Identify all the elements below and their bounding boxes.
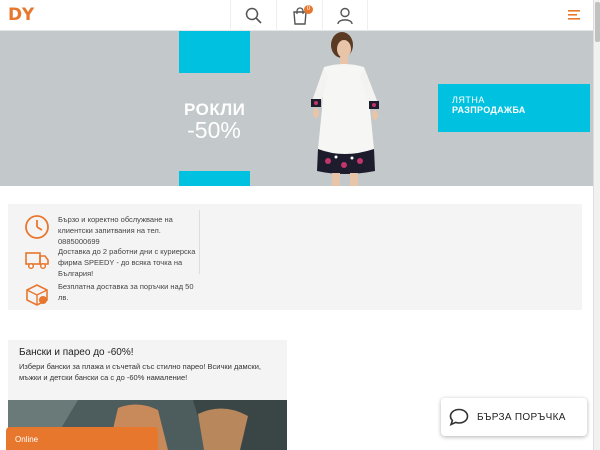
cart-count-badge: 0 xyxy=(304,5,313,14)
info-item-free-shipping: Безплатна доставка за поръчки над 50 лв. xyxy=(24,281,198,307)
cart-button[interactable]: 0 xyxy=(276,0,322,31)
account-button[interactable] xyxy=(322,0,368,31)
sale-line2: РАЗПРОДАЖБА xyxy=(452,105,526,115)
banner-promo-discount: -50% xyxy=(187,117,241,143)
banner-accent-block xyxy=(179,171,250,186)
page-scrollbar[interactable] xyxy=(593,0,600,450)
divider xyxy=(199,210,200,274)
summer-sale-box[interactable]: ЛЯТНА РАЗПРОДАЖБА xyxy=(438,84,590,132)
info-delivery-text: Доставка до 2 работни дни с куриерска фи… xyxy=(58,247,196,278)
chat-bubble-icon xyxy=(449,408,469,426)
search-icon xyxy=(245,7,262,24)
site-header: DY 0 xyxy=(0,0,593,31)
clock-icon xyxy=(25,215,49,239)
menu-button[interactable] xyxy=(565,8,581,22)
model-dress-image xyxy=(311,32,379,186)
service-info-box: Бързо и коректно обслужване на клиентски… xyxy=(8,204,582,310)
promo-banner[interactable]: РОКЛИ -50% ЛЯТНА РАЗПРОДАЖБА xyxy=(0,31,593,186)
delivery-truck-icon xyxy=(25,252,49,270)
scrollbar-thumb[interactable] xyxy=(595,2,600,42)
free-shipping-box-icon xyxy=(26,284,48,306)
info-item-delivery: Доставка до 2 работни дни с куриерска фи… xyxy=(24,246,198,279)
category-title[interactable]: Бански и парео до -60%! xyxy=(19,347,134,358)
info-free-shipping-text: Безплатна доставка за поръчки над 50 лв. xyxy=(58,282,194,302)
info-item-support: Бързо и коректно обслужване на клиентски… xyxy=(24,214,198,247)
sale-line1: ЛЯТНА xyxy=(452,95,485,105)
quick-order-button[interactable]: БЪРЗА ПОРЪЧКА xyxy=(441,398,587,436)
user-icon xyxy=(337,7,353,24)
quick-order-label: БЪРЗА ПОРЪЧКА xyxy=(477,411,566,423)
info-support-text: Бързо и коректно обслужване на клиентски… xyxy=(58,215,173,246)
search-button[interactable] xyxy=(230,0,276,31)
category-description: Избери бански за плажа и съчетай със сти… xyxy=(19,362,261,382)
banner-accent-block xyxy=(179,31,250,73)
online-chat-tab[interactable]: Online xyxy=(6,427,158,450)
hamburger-menu-icon xyxy=(568,10,580,20)
logo[interactable]: DY xyxy=(8,5,35,25)
